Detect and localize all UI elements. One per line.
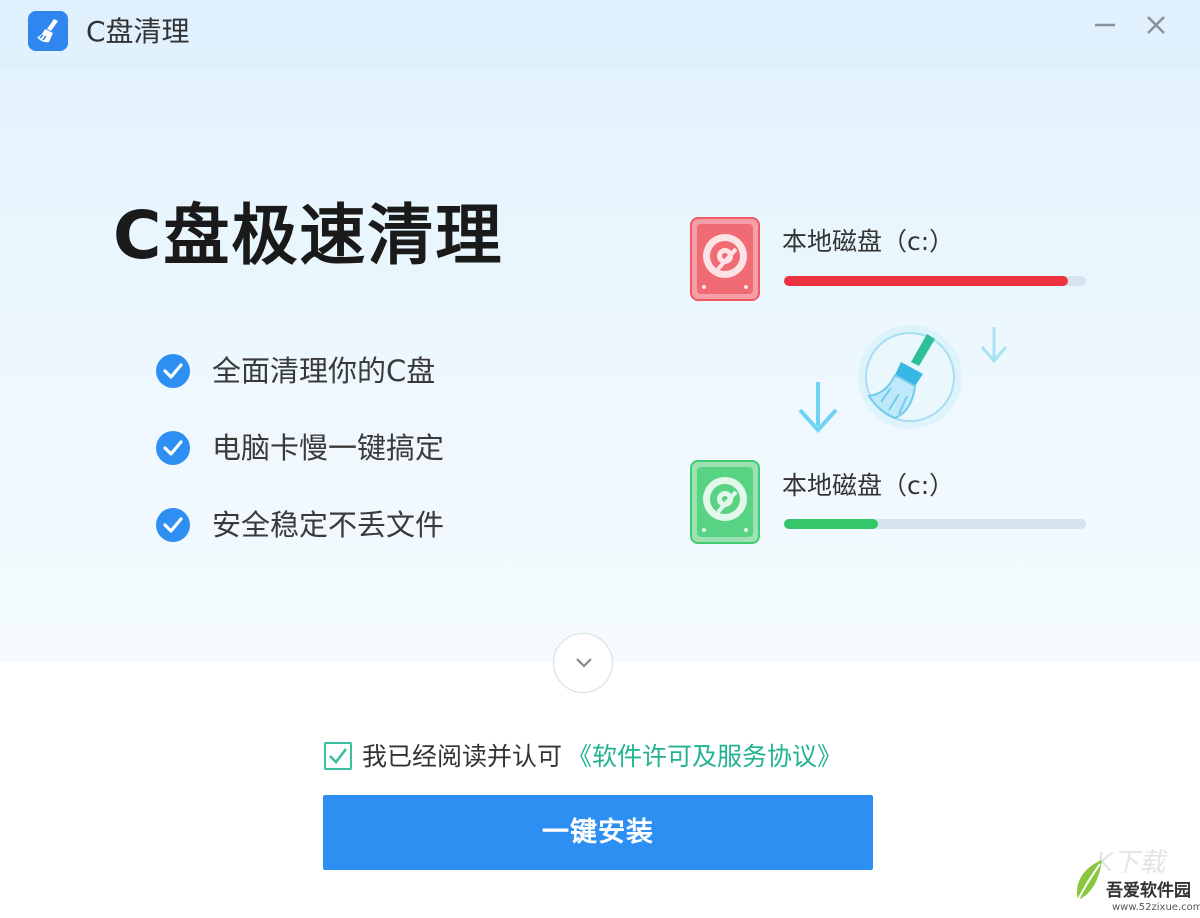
hard-disk-icon [690,460,760,544]
chevron-down-icon [576,658,592,668]
agree-label: 我已经阅读并认可 [362,742,563,771]
broom-icon [28,11,68,51]
feature-text: 全面清理你的C盘 [212,354,436,388]
hard-disk-icon [690,217,760,301]
watermark-url: www.52zixue.com [1112,902,1200,913]
broom-icon [858,325,962,429]
leaf-logo-icon [1077,860,1102,901]
check-circle-icon [156,431,190,465]
disk-label: 本地磁盘（c:） [782,471,955,500]
disk-usage-bar [784,276,1086,286]
installer-window: C盘清理 C盘极速清理 全面清理你的C盘 电脑卡慢一键搞定 安全稳定不丢文件 本… [0,0,1200,918]
close-icon [1147,16,1165,34]
checkmark-icon [329,748,348,764]
watermark: K下载 吾爱软件园 www.52zixue.com [1062,848,1200,918]
disk-label: 本地磁盘（c:） [782,227,955,256]
feature-text: 安全稳定不丢文件 [212,508,445,542]
hero-panel: C盘清理 C盘极速清理 全面清理你的C盘 电脑卡慢一键搞定 安全稳定不丢文件 本… [0,0,1200,662]
feature-text: 电脑卡慢一键搞定 [212,431,445,465]
minimize-button[interactable] [1087,10,1123,46]
window-title: C盘清理 [86,15,190,48]
agree-checkbox[interactable] [324,742,352,770]
license-link[interactable]: 《软件许可及服务协议》 [567,740,842,774]
close-button[interactable] [1138,10,1174,46]
arrow-down-icon [980,327,1008,364]
watermark-name: 吾爱软件园 [1106,881,1191,901]
check-circle-icon [156,508,190,542]
disk-usage-bar [784,519,1086,529]
minimize-icon [1095,23,1115,27]
watermark-top-text: K下载 [1096,848,1166,878]
arrow-down-icon [798,382,838,433]
install-button[interactable]: 一键安装 [323,795,873,870]
disk-usage-fill [784,519,878,529]
disk-usage-fill [784,276,1068,286]
title-bar[interactable]: C盘清理 [0,0,1200,66]
headline: C盘极速清理 [113,197,504,274]
expand-button[interactable] [553,633,613,693]
check-circle-icon [156,354,190,388]
